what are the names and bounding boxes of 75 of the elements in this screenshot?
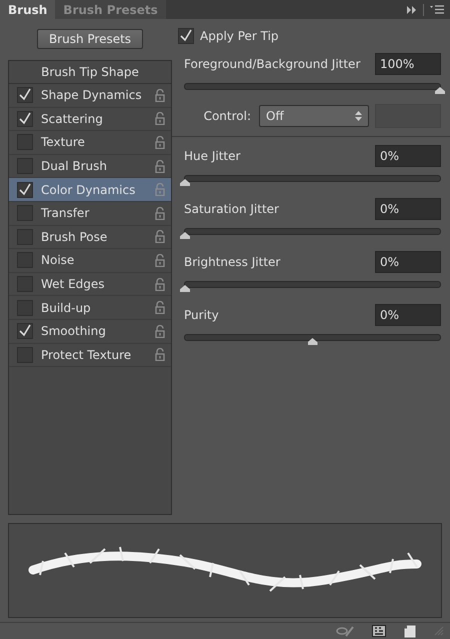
panel-tab[interactable]: Brush	[0, 0, 56, 19]
brush-presets-button[interactable]: Brush Presets	[37, 29, 143, 49]
checkbox[interactable]	[17, 228, 33, 245]
option-row[interactable]: Noise	[9, 249, 171, 273]
unlocked-lock-icon[interactable]	[155, 254, 165, 267]
slider-label: Brightness Jitter	[184, 254, 280, 268]
unlocked-lock-icon[interactable]	[155, 160, 165, 173]
updown-arrow-icon	[355, 111, 362, 121]
option-label[interactable]: Brush Pose	[41, 230, 147, 244]
checkbox[interactable]	[17, 182, 33, 198]
slider-thumb[interactable]	[180, 232, 190, 239]
checkbox[interactable]	[178, 28, 194, 44]
unlocked-lock-icon[interactable]	[155, 206, 165, 220]
option-label[interactable]: Noise	[41, 253, 147, 268]
slider-label: Foreground/Background Jitter	[184, 56, 360, 70]
unlocked-lock-icon[interactable]	[155, 278, 165, 291]
list-heading[interactable]: Brush Tip Shape	[9, 61, 171, 84]
control-label: Control:	[204, 109, 251, 123]
slider-label: Saturation Jitter	[184, 202, 279, 216]
option-label[interactable]: Smoothing	[41, 324, 147, 338]
control-dropdown[interactable]: Off	[259, 105, 369, 127]
grid-icon[interactable]	[372, 625, 386, 637]
option-row[interactable]: Wet Edges	[9, 272, 171, 296]
checkbox[interactable]	[17, 346, 33, 363]
option-row[interactable]: Scattering	[9, 108, 171, 132]
checkbox[interactable]	[17, 134, 33, 150]
option-row[interactable]: Color Dynamics	[9, 178, 171, 202]
checkbox[interactable]	[17, 300, 33, 316]
collapse-icon[interactable]	[407, 6, 417, 14]
brush-eye-icon[interactable]	[336, 625, 354, 637]
slider-label: Purity	[184, 308, 219, 322]
unlocked-lock-icon[interactable]	[155, 348, 165, 362]
option-row[interactable]: Texture	[9, 131, 171, 155]
unlocked-lock-icon[interactable]	[155, 136, 165, 149]
option-row[interactable]: Build-up	[9, 296, 171, 320]
option-row[interactable]: Transfer	[9, 202, 171, 226]
slider-thumb[interactable]	[435, 87, 445, 94]
unlocked-lock-icon[interactable]	[155, 301, 165, 314]
unlocked-lock-icon[interactable]	[155, 112, 165, 126]
value-field[interactable]: 0%	[375, 304, 441, 326]
option-row[interactable]: Shape Dynamics	[9, 84, 171, 108]
value-field[interactable]: 0%	[375, 198, 441, 220]
slider-thumb[interactable]	[308, 338, 318, 345]
slider-label: Hue Jitter	[184, 148, 240, 162]
unlocked-lock-icon[interactable]	[155, 183, 165, 196]
option-row[interactable]: Smoothing	[9, 320, 171, 344]
value-field[interactable]: 100%	[375, 52, 441, 74]
checkbox[interactable]	[17, 323, 33, 340]
checkbox[interactable]	[17, 87, 33, 104]
slider-thumb[interactable]	[180, 285, 190, 292]
option-label[interactable]: Color Dynamics	[41, 182, 147, 197]
option-label[interactable]: Protect Texture	[41, 348, 147, 362]
option-row[interactable]: Brush Pose	[9, 226, 171, 250]
option-label[interactable]: Build-up	[41, 300, 147, 315]
option-label[interactable]: Scattering	[41, 112, 147, 126]
option-label[interactable]: Texture	[41, 135, 147, 150]
checkbox[interactable]	[17, 205, 33, 222]
checkbox[interactable]	[17, 158, 33, 174]
value-field[interactable]: 0%	[375, 250, 441, 272]
option-label[interactable]: Shape Dynamics	[41, 88, 147, 102]
checkbox[interactable]	[17, 110, 33, 127]
checkbox[interactable]	[17, 276, 33, 292]
unlocked-lock-icon[interactable]	[155, 324, 165, 338]
value-field[interactable]: 0%	[375, 144, 441, 166]
option-label[interactable]: Dual Brush	[41, 159, 147, 174]
menu-icon[interactable]	[430, 5, 444, 14]
new-page-icon[interactable]	[404, 624, 416, 638]
checkbox-label[interactable]: Apply Per Tip	[200, 29, 279, 43]
unlocked-lock-icon[interactable]	[155, 230, 165, 244]
unlocked-lock-icon[interactable]	[155, 88, 165, 102]
checkbox[interactable]	[17, 252, 33, 268]
slider-thumb[interactable]	[180, 179, 190, 186]
option-row[interactable]: Protect Texture	[9, 344, 171, 368]
option-label[interactable]: Transfer	[41, 206, 147, 220]
option-label[interactable]: Wet Edges	[41, 277, 147, 292]
